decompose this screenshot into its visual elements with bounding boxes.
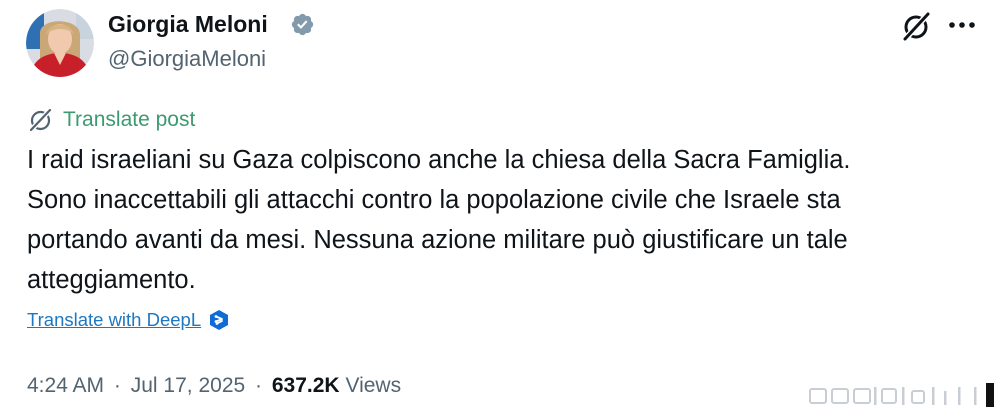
- tweet-text-line: atteggiamento.: [27, 266, 196, 294]
- watermark-icon: [809, 383, 994, 407]
- tweet-text: I raid israeliani su Gaza colpiscono anc…: [27, 140, 982, 300]
- post-time[interactable]: 4:24 AM: [27, 374, 104, 397]
- tweet-text-line: portando avanti da mesi. Nessuna azione …: [27, 226, 848, 254]
- translate-with-deepl-link[interactable]: Translate with DeepL: [27, 309, 230, 331]
- meta-separator: ·: [113, 374, 121, 397]
- views-label: Views: [345, 374, 402, 397]
- deepl-icon: [210, 310, 229, 330]
- more-dots-icon[interactable]: [948, 14, 976, 36]
- tweet-card: Giorgia Meloni @GiorgiaMeloni Translate …: [0, 0, 1001, 417]
- avatar[interactable]: [26, 9, 94, 77]
- author-name[interactable]: Giorgia Meloni: [108, 10, 268, 38]
- post-date[interactable]: Jul 17, 2025: [131, 374, 245, 397]
- tweet-meta: 4:24 AM · Jul 17, 2025 · 637.2K Views: [27, 372, 401, 400]
- translate-post-label: Translate post: [63, 108, 196, 131]
- translate-post-button[interactable]: Translate post: [28, 106, 195, 134]
- meta-separator: ·: [255, 374, 263, 397]
- author-handle[interactable]: @GiorgiaMeloni: [108, 45, 266, 73]
- tweet-text-line: Sono inaccettabili gli attacchi contro l…: [27, 186, 841, 214]
- tweet-text-line: I raid israeliani su Gaza colpiscono anc…: [27, 146, 851, 174]
- deepl-link-label: Translate with DeepL: [27, 309, 202, 330]
- globe-icon: [29, 108, 52, 132]
- views-count: 637.2K: [271, 374, 340, 397]
- verified-badge-icon[interactable]: [290, 12, 315, 37]
- avatar-image: [26, 9, 94, 77]
- grok-icon[interactable]: [901, 10, 933, 42]
